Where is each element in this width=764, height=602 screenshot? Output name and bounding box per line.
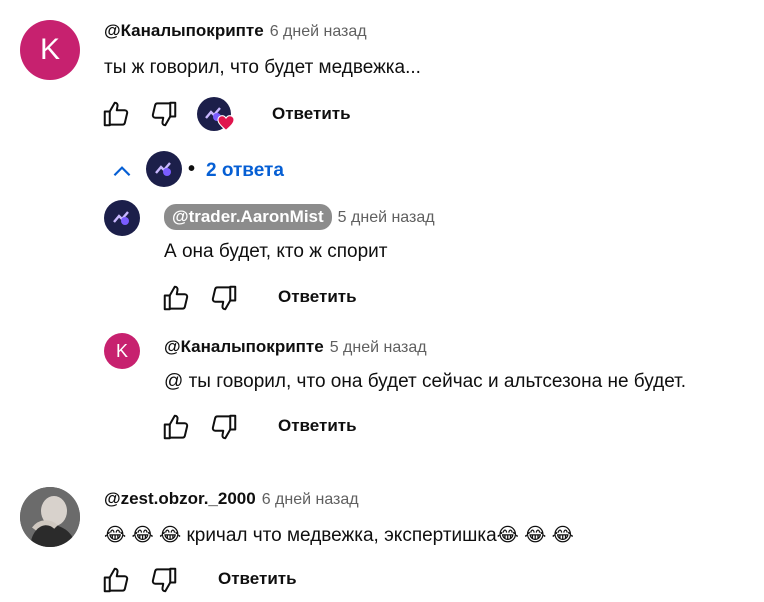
reply-header: @Каналыпокрипте 5 дней назад [164, 337, 427, 357]
dislike-button[interactable] [207, 281, 241, 315]
comment-text: ты ж говорил, что будет медвежка... [104, 57, 421, 78]
avatar[interactable]: K [104, 333, 140, 369]
thumb-down-icon [151, 567, 177, 593]
comment-header: @Каналыпокрипте 6 дней назад [104, 21, 367, 41]
dislike-button[interactable] [147, 563, 181, 597]
comment-text: 😂 😂 😂 кричал что медвежка, экспертишка😂 … [104, 525, 574, 546]
comment-time[interactable]: 6 дней назад [262, 491, 359, 509]
user-photo-icon [20, 487, 80, 547]
thumb-down-icon [211, 414, 237, 440]
creator-author-badge[interactable]: @trader.AaronMist [164, 204, 332, 230]
dislike-button[interactable] [207, 410, 241, 444]
thumb-up-icon [163, 414, 189, 440]
comment-author[interactable]: @Каналыпокрипте [104, 21, 264, 41]
collapse-replies-button[interactable] [109, 159, 135, 185]
comment-author[interactable]: @zest.obzor._2000 [104, 489, 256, 509]
chevron-up-icon [113, 166, 131, 177]
comment-time[interactable]: 6 дней назад [270, 23, 367, 41]
avatar[interactable] [20, 487, 80, 547]
avatar[interactable] [104, 200, 140, 236]
thumb-up-icon [103, 101, 129, 127]
reply-button[interactable]: Ответить [272, 104, 351, 124]
comment-header: @zest.obzor._2000 6 дней назад [104, 489, 359, 509]
reply-author[interactable]: @Каналыпокрипте [164, 337, 324, 357]
avatar[interactable]: K [20, 20, 80, 80]
like-button[interactable] [159, 410, 193, 444]
replies-bullet: • [188, 158, 196, 180]
reply-header: @trader.AaronMist 5 дней назад [164, 204, 435, 230]
thumb-up-icon [103, 567, 129, 593]
replies-count-link[interactable]: 2 ответа [206, 160, 284, 182]
trader-logo-icon [155, 162, 171, 176]
reply-button[interactable]: Ответить [278, 416, 357, 436]
replier-avatar [146, 151, 182, 187]
like-button[interactable] [99, 563, 133, 597]
reply-text: А она будет, кто ж спорит [164, 241, 388, 262]
thumb-up-icon [163, 285, 189, 311]
like-button[interactable] [99, 97, 133, 131]
reply-button[interactable]: Ответить [278, 287, 357, 307]
reply-time[interactable]: 5 дней назад [330, 339, 427, 357]
heart-icon [217, 115, 235, 131]
like-button[interactable] [159, 281, 193, 315]
thumb-down-icon [151, 101, 177, 127]
reply-button[interactable]: Ответить [218, 569, 297, 589]
trader-logo-icon [113, 211, 129, 225]
reply-time[interactable]: 5 дней назад [338, 209, 435, 227]
thumb-down-icon [211, 285, 237, 311]
dislike-button[interactable] [147, 97, 181, 131]
reply-text: @ ты говорил, что она будет сейчас и аль… [164, 371, 687, 392]
creator-heart [197, 97, 237, 133]
